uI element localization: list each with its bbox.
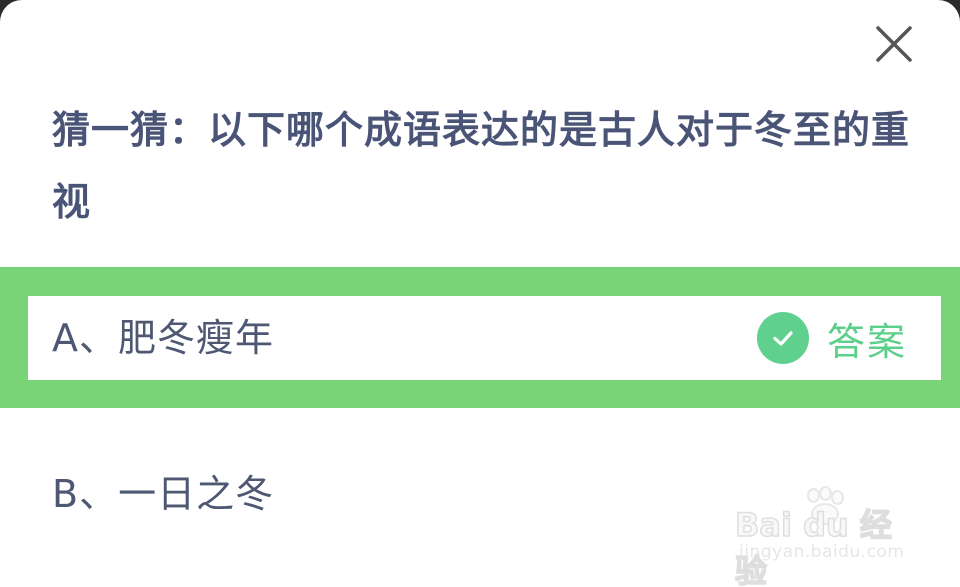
answer-label: 答案 bbox=[826, 319, 907, 364]
close-icon bbox=[876, 26, 912, 62]
answer-badge: 答案 bbox=[756, 296, 907, 380]
selected-option-highlight: A、肥冬瘦年 答案 bbox=[0, 267, 960, 408]
dialog-corner-right bbox=[916, 0, 960, 44]
dialog-corner-left bbox=[0, 0, 44, 44]
baidu-jingyan-watermark: Bai du 经验 jingyan.baidu.com bbox=[734, 486, 910, 587]
option-a-label: A、肥冬瘦年 bbox=[52, 316, 274, 360]
check-icon bbox=[756, 312, 809, 364]
option-b-label: B、一日之冬 bbox=[52, 472, 275, 516]
quiz-dialog: 猜一猜：以下哪个成语表达的是古人对于冬至的重视 A、肥冬瘦年 答案 B、一日之冬… bbox=[0, 0, 960, 587]
watermark-url: jingyan.baidu.com bbox=[739, 542, 905, 562]
question-text: 猜一猜：以下哪个成语表达的是古人对于冬至的重视 bbox=[52, 108, 911, 224]
close-button[interactable] bbox=[874, 24, 914, 64]
option-a[interactable]: A、肥冬瘦年 答案 bbox=[28, 296, 941, 380]
